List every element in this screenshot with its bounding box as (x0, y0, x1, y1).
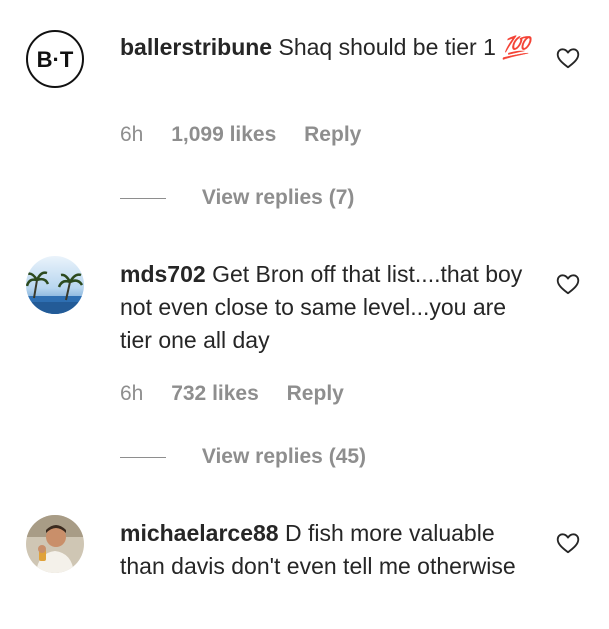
view-replies-label: View replies (7) (201, 186, 355, 209)
comment-username[interactable]: mds702 (120, 261, 206, 287)
avatar[interactable] (26, 256, 84, 314)
reply-button[interactable]: Reply (287, 382, 344, 405)
comment-text: ballerstribune Shaq should be tier 1 💯 (120, 31, 540, 64)
view-replies-button[interactable]: View replies (7) (120, 186, 354, 210)
comment-username[interactable]: ballerstribune (120, 34, 272, 60)
comment-meta: 6h 732 likes Reply (120, 382, 366, 406)
avatar[interactable] (26, 515, 84, 573)
comment-likes[interactable]: 732 likes (171, 382, 259, 405)
ballerstribune-logo-icon: B·T (37, 47, 74, 72)
person-photo-avatar-icon (26, 515, 84, 573)
comment-time: 6h (120, 382, 144, 405)
view-replies-label: View replies (45) (201, 445, 367, 468)
comment-username[interactable]: michaelarce88 (120, 520, 279, 546)
comment-meta: 6h 1,099 likes Reply (120, 123, 383, 147)
divider-line (120, 456, 166, 458)
beach-photo-avatar-icon (26, 256, 84, 314)
comment-time: 6h (120, 123, 144, 146)
heart-outline-icon[interactable] (555, 271, 581, 297)
heart-outline-icon[interactable] (555, 45, 581, 71)
heart-outline-icon[interactable] (555, 530, 581, 556)
avatar[interactable]: B·T (26, 30, 84, 88)
comment-text: michaelarce88 D fish more valuable than … (120, 517, 540, 583)
svg-text:B·T: B·T (37, 47, 74, 72)
hundred-points-emoji-icon: 💯 (502, 35, 530, 60)
view-replies-button[interactable]: View replies (45) (120, 445, 366, 469)
comment-text: mds702 Get Bron off that list....that bo… (120, 258, 540, 357)
divider-line (120, 197, 166, 199)
reply-button[interactable]: Reply (304, 123, 361, 146)
comment-likes[interactable]: 1,099 likes (171, 123, 276, 146)
comment-body: Shaq should be tier 1 (278, 34, 496, 60)
